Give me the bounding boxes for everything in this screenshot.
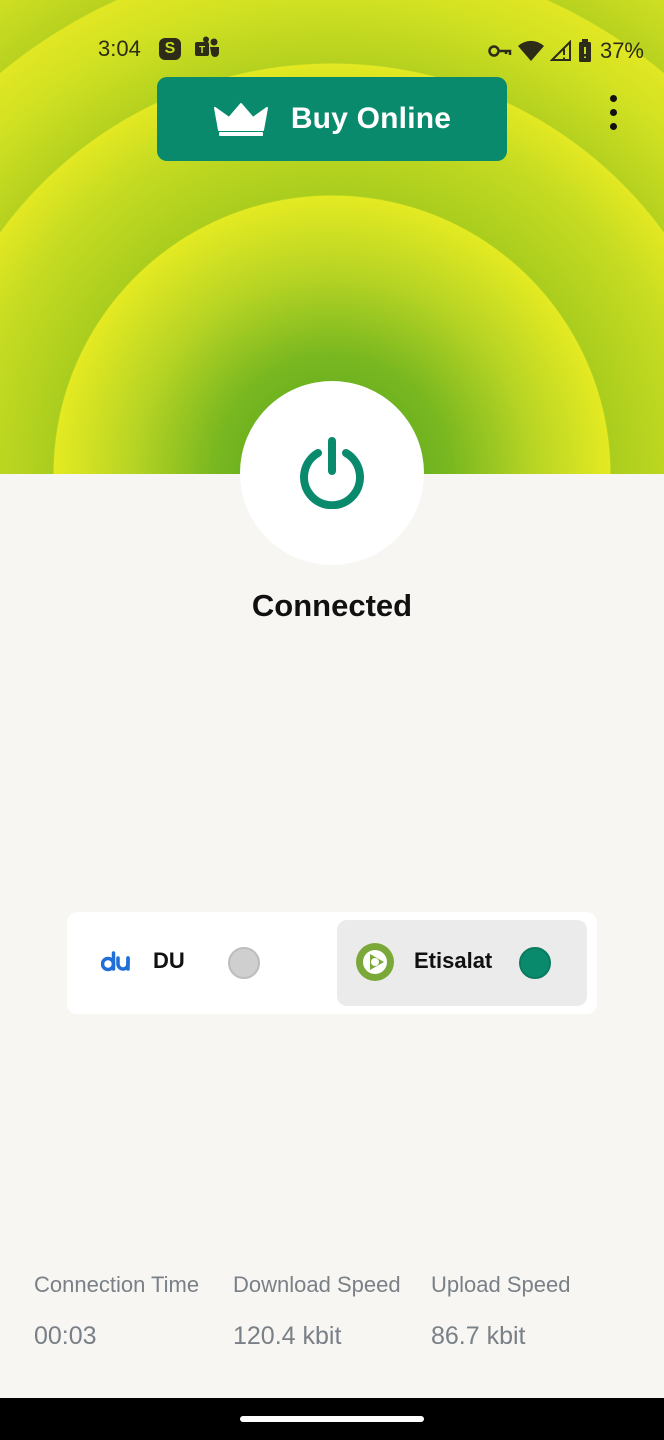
more-vert-icon [609, 94, 617, 102]
vpn-key-icon [488, 45, 512, 57]
battery-percent: 37% [599, 38, 644, 63]
stat-value: 00:03 [34, 1322, 97, 1350]
power-icon [300, 437, 364, 509]
status-bar: 3:04 S T 37% [0, 28, 664, 74]
connection-stats: Connection Time 00:03 Download Speed 120… [34, 1272, 634, 1362]
network-selector: DU Etisalat [67, 912, 597, 1014]
crown-icon [213, 103, 268, 136]
stat-value: 86.7 kbit [431, 1322, 526, 1350]
vpn-app-screen: 3:04 S T 37% Buy Online Connected DU Eti… [0, 0, 664, 1440]
menu-dot [609, 122, 617, 130]
buy-online-label: Buy Online [290, 102, 452, 135]
network-option-etisalat[interactable]: Etisalat [337, 920, 587, 1006]
buy-online-button[interactable]: Buy Online [157, 77, 507, 161]
network-option-du[interactable]: DU [75, 920, 327, 1006]
stat-download-speed: Download Speed 120.4 kbit [233, 1272, 401, 1351]
stat-upload-speed: Upload Speed 86.7 kbit [431, 1272, 570, 1351]
svg-text:T: T [199, 45, 205, 56]
signal-icon [549, 40, 571, 61]
skype-icon: S [159, 38, 181, 60]
connection-status: Connected [251, 588, 413, 623]
power-button[interactable] [240, 381, 424, 565]
du-logo [101, 951, 130, 972]
teams-icon: T [195, 36, 219, 57]
home-indicator[interactable] [240, 1416, 424, 1422]
stat-label: Download Speed [233, 1272, 401, 1297]
wifi-icon [517, 40, 544, 61]
stat-label: Connection Time [34, 1272, 200, 1297]
status-indicators: 37% [488, 36, 644, 66]
network-label-du: DU [153, 948, 185, 973]
stat-label: Upload Speed [431, 1272, 571, 1297]
stat-connection-time: Connection Time 00:03 [34, 1272, 199, 1351]
status-time: 3:04 [98, 36, 141, 61]
radio-du[interactable] [228, 947, 260, 979]
battery-icon [578, 39, 591, 62]
menu-dot [609, 108, 617, 116]
radio-etisalat[interactable] [519, 947, 551, 979]
etisalat-logo [356, 943, 394, 981]
network-label-etisalat: Etisalat [414, 948, 493, 973]
stat-value: 120.4 kbit [233, 1322, 342, 1350]
more-options-button[interactable] [596, 90, 630, 134]
system-nav-bar [0, 1398, 664, 1440]
